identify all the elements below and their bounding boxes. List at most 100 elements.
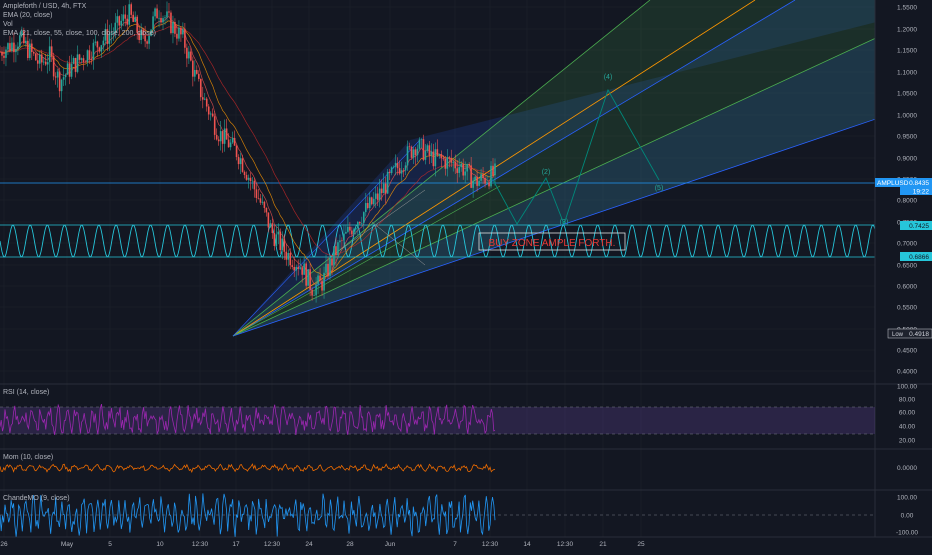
candle-body [188, 51, 190, 59]
candle-body [172, 21, 174, 34]
candle-body [271, 223, 274, 234]
time-tick-label: 12:30 [264, 541, 281, 548]
candle-body [247, 177, 250, 180]
candle-body [9, 43, 11, 51]
chart-workspace[interactable]: BUY ZONE AMPLE FORTH. (2) (3) (4) (5) 1.550… [0, 0, 932, 550]
candle-body [199, 78, 202, 98]
candle-body [194, 69, 196, 77]
indicator-ema-multi[interactable]: EMA (21, close, 55, close, 100, close, 2… [3, 29, 156, 38]
candle-body [13, 42, 15, 53]
candle-body [301, 267, 303, 275]
candle-body [15, 49, 17, 53]
indicator-vol[interactable]: Vol [3, 20, 156, 29]
cmo-title[interactable]: ChandeMO (9, close) [3, 494, 70, 503]
candle-body [285, 251, 288, 260]
time-tick-label: 24 [305, 541, 313, 548]
candle-body [180, 27, 182, 35]
candle-body [1, 51, 3, 56]
cmo-tick-label: 100.00 [897, 495, 917, 502]
candle-body [207, 106, 210, 115]
symbol-title[interactable]: Ampleforth / USD, 4h, FTX [3, 2, 156, 11]
candle-body [211, 113, 214, 117]
candle-body [92, 42, 95, 60]
candle-body [267, 212, 270, 228]
time-tick-label: 7 [453, 541, 457, 548]
candle-body [233, 137, 236, 146]
candle-body [317, 275, 319, 285]
price-tick-label: 1.2000 [897, 27, 917, 34]
candle-body [436, 149, 439, 156]
candle-body [283, 238, 286, 252]
candle-body [374, 193, 377, 199]
candle-body [331, 258, 333, 266]
candle-body [86, 50, 89, 63]
candle-body [68, 63, 71, 77]
candle-body [494, 163, 496, 176]
price-tick-label: 1.0500 [897, 91, 917, 98]
candle-body [335, 246, 337, 256]
low-marker: Low 0.4918 [887, 328, 932, 339]
time-tick-label: 12:30 [557, 541, 574, 548]
candle-body [446, 157, 449, 169]
time-tick-label: 5 [108, 541, 112, 548]
candle-body [424, 150, 427, 160]
candle-body [196, 69, 198, 74]
indicator-ema20[interactable]: EMA (20, close) [3, 11, 156, 20]
candle-body [362, 212, 365, 223]
candle-body [323, 272, 325, 291]
candle-body [277, 231, 280, 235]
candle-body [3, 55, 5, 58]
chart-canvas[interactable]: BUY ZONE AMPLE FORTH. (2) (3) (4) (5) 1.550… [0, 0, 932, 550]
time-tick-label: 10 [156, 541, 164, 548]
candle-body [484, 177, 486, 184]
candle-body [78, 54, 81, 60]
candle-body [235, 145, 238, 157]
candle-body [80, 58, 83, 60]
candle-body [184, 28, 186, 48]
candle-body [418, 139, 421, 149]
candle-body [156, 8, 158, 19]
candle-body [275, 234, 278, 246]
rsi-title[interactable]: RSI (14, close) [3, 388, 49, 397]
low-label: Low [892, 332, 904, 338]
candle-body [426, 145, 429, 151]
candle-body [329, 258, 331, 277]
price-tick-label: 1.1000 [897, 70, 917, 77]
candle-body [478, 180, 480, 186]
level-lower-marker: 0.6866 [900, 252, 932, 261]
candle-body [217, 139, 220, 142]
candle-body [462, 163, 464, 176]
candle-body [205, 98, 208, 107]
candle-body [345, 231, 347, 234]
time-tick-label: May [61, 541, 74, 548]
time-tick-label: 28 [346, 541, 354, 548]
candle-body [164, 17, 166, 19]
candle-body [190, 51, 192, 61]
mom-title[interactable]: Mom (10, close) [3, 453, 53, 462]
candle-body [201, 97, 204, 100]
candle-body [46, 62, 49, 65]
candle-body [197, 73, 200, 79]
candle-body [420, 139, 423, 140]
candle-body [203, 98, 206, 100]
candle-body [11, 42, 13, 51]
low-value: 0.4918 [909, 331, 929, 338]
candle-body [295, 266, 298, 271]
chart-legend[interactable]: Ampleforth / USD, 4h, FTX EMA (20, close… [3, 2, 156, 38]
time-axis[interactable]: 26 May 5 10 12:30 17 12:30 24 28 Jun 7 12:30 14 12:30… [0, 541, 645, 548]
buy-zone-label: BUY ZONE AMPLE FORTH. [489, 238, 616, 249]
candle-body [98, 47, 101, 52]
candle-body [380, 188, 383, 194]
candle-body [225, 128, 228, 140]
time-tick-label: Jun [385, 541, 396, 548]
candle-body [219, 131, 222, 142]
price-marker-symbol: AMPLUSD [877, 180, 909, 187]
candle-body [287, 253, 290, 260]
candle-body [261, 201, 264, 203]
time-tick-label: 12:30 [192, 541, 209, 548]
level-upper-marker: 0.7425 [900, 221, 932, 230]
candle-body [464, 171, 466, 176]
candle-body [253, 180, 256, 190]
candle-body [303, 263, 305, 275]
candle-body [88, 50, 91, 60]
